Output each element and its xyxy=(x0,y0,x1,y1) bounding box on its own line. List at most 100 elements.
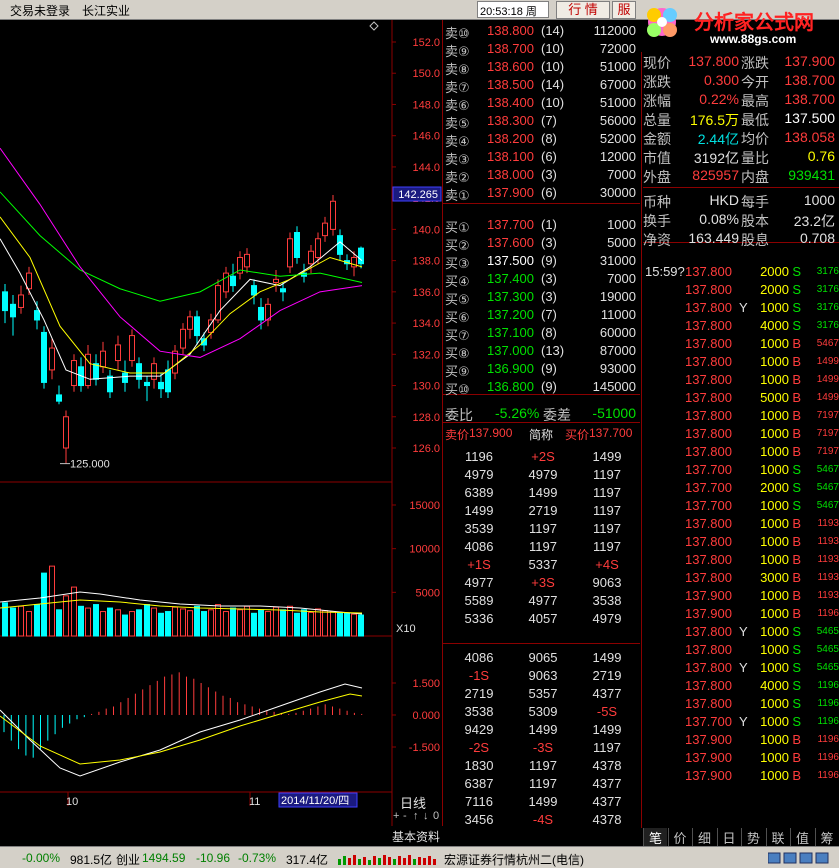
broker-code[interactable]: -2S xyxy=(449,740,509,755)
tab-6[interactable]: 值 xyxy=(790,828,814,846)
index2-name[interactable]: 创业 xyxy=(116,851,140,868)
tick-row[interactable]: 137.900 1000 B 1196 xyxy=(643,605,839,623)
tick-row[interactable]: 137.800 1000 B 1193 xyxy=(643,515,839,533)
broker-code[interactable]: -1S xyxy=(449,668,509,683)
tick-row[interactable]: 137.700 1000 S 5467 xyxy=(643,461,839,479)
period-label[interactable]: 日线 xyxy=(400,793,426,812)
broker-code[interactable]: 5309 xyxy=(513,704,573,719)
broker-code[interactable]: 1499 xyxy=(577,650,637,665)
broker-code[interactable]: 4979 xyxy=(449,467,509,482)
bid-row[interactable]: 买⑩ 136.800 (9) 145000 xyxy=(443,378,640,397)
tick-row[interactable]: 137.900 1000 B 1196 xyxy=(643,731,839,749)
broker-code[interactable]: 4086 xyxy=(449,650,509,665)
fundamentals-button[interactable]: 基本资料 xyxy=(392,828,440,845)
ask-row[interactable]: 卖⑨ 138.700 (10) 72000 xyxy=(443,40,640,59)
bid-row[interactable]: 买⑥ 137.200 (7) 11000 xyxy=(443,306,640,325)
tick-row[interactable]: 137.900 1000 B 1193 xyxy=(643,587,839,605)
tab-3[interactable]: 日 xyxy=(716,828,741,846)
broker-code[interactable]: 6389 xyxy=(449,485,509,500)
broker-code[interactable]: 1197 xyxy=(513,776,573,791)
broker-code[interactable]: 3539 xyxy=(449,521,509,536)
tick-row[interactable]: 137.800 1000 B 7197 xyxy=(643,425,839,443)
broker-code[interactable]: 1499 xyxy=(513,722,573,737)
ask-row[interactable]: 卖⑦ 138.500 (14) 67000 xyxy=(443,76,640,95)
broker-code[interactable]: 5589 xyxy=(449,593,509,608)
ask-row[interactable]: 卖⑥ 138.400 (10) 51000 xyxy=(443,94,640,113)
broker-code[interactable]: 1499 xyxy=(577,449,637,464)
broker-code[interactable]: 4378 xyxy=(577,812,637,827)
broker-code[interactable]: 3538 xyxy=(449,704,509,719)
tick-row[interactable]: 137.800 1000 B 1499 xyxy=(643,371,839,389)
bid-row[interactable]: 买① 137.700 (1) 1000 xyxy=(443,216,640,235)
broker-code[interactable]: 1197 xyxy=(577,485,637,500)
bid-row[interactable]: 买⑦ 137.100 (8) 60000 xyxy=(443,324,640,343)
broker-code[interactable]: 1197 xyxy=(513,758,573,773)
broker-code[interactable]: 1197 xyxy=(513,521,573,536)
broker-code[interactable]: 1830 xyxy=(449,758,509,773)
tick-row[interactable]: 137.700 Y 1000 S 1196 xyxy=(643,713,839,731)
tick-row[interactable]: 137.800 1000 S 1196 xyxy=(643,695,839,713)
broker-code[interactable]: +3S xyxy=(513,575,573,590)
kline-chart[interactable]: 152.0150.0148.0146.0144.0142.0140.0138.0… xyxy=(0,20,443,846)
broker-code[interactable]: -4S xyxy=(513,812,573,827)
server-name[interactable]: 宏源证券行情杭州二(电信) xyxy=(444,851,584,868)
bid-row[interactable]: 买⑧ 137.000 (13) 87000 xyxy=(443,342,640,361)
broker-code[interactable]: 5337 xyxy=(513,557,573,572)
broker-code[interactable]: 1196 xyxy=(449,449,509,464)
broker-code[interactable]: 4979 xyxy=(513,467,573,482)
broker-code[interactable]: 9429 xyxy=(449,722,509,737)
broker-code[interactable]: 4977 xyxy=(449,575,509,590)
tick-row[interactable]: 137.800 1000 B 1499 xyxy=(643,353,839,371)
broker-code[interactable]: 4377 xyxy=(577,776,637,791)
bid-row[interactable]: 买⑨ 136.900 (9) 93000 xyxy=(443,360,640,379)
broker-code[interactable]: 1499 xyxy=(513,485,573,500)
tick-row[interactable]: 137.800 1000 B 5467 xyxy=(643,335,839,353)
broker-code[interactable]: 5336 xyxy=(449,611,509,626)
tick-row[interactable]: 137.800 2000 S 3176 xyxy=(643,281,839,299)
tick-row[interactable]: 137.700 1000 S 5467 xyxy=(643,497,839,515)
tick-row[interactable]: 137.800 1000 B 7197 xyxy=(643,407,839,425)
broker-code[interactable]: 1197 xyxy=(577,521,637,536)
broker-code[interactable]: 7116 xyxy=(449,794,509,809)
tab-4[interactable]: 势 xyxy=(741,828,765,846)
bid-row[interactable]: 买⑤ 137.300 (3) 19000 xyxy=(443,288,640,307)
broker-code[interactable]: 4378 xyxy=(577,758,637,773)
ask-row[interactable]: 卖② 138.000 (3) 7000 xyxy=(443,166,640,185)
tick-row[interactable]: 137.800 Y 1000 S 5465 xyxy=(643,659,839,677)
tab-7[interactable]: 筹 xyxy=(814,828,839,846)
service-button[interactable]: 服 xyxy=(612,1,636,19)
tab-5[interactable]: 联 xyxy=(765,828,790,846)
ask-row[interactable]: 卖③ 138.100 (6) 12000 xyxy=(443,148,640,167)
tick-row[interactable]: 137.800 4000 S 3176 xyxy=(643,317,839,335)
broker-code[interactable]: -3S xyxy=(513,740,573,755)
tick-row[interactable]: 137.800 1000 S 5465 xyxy=(643,641,839,659)
broker-code[interactable]: 4377 xyxy=(577,794,637,809)
broker-code[interactable]: 2719 xyxy=(449,686,509,701)
broker-code[interactable]: +1S xyxy=(449,557,509,572)
broker-code[interactable]: 3456 xyxy=(449,812,509,827)
broker-code[interactable]: 2719 xyxy=(513,503,573,518)
tab-0[interactable]: 笔 xyxy=(643,828,667,846)
broker-code[interactable]: 1197 xyxy=(577,503,637,518)
broker-code[interactable]: +4S xyxy=(577,557,637,572)
broker-code[interactable]: 1499 xyxy=(449,503,509,518)
broker-code[interactable]: 4377 xyxy=(577,686,637,701)
broker-code[interactable]: 4979 xyxy=(577,611,637,626)
tab-1[interactable]: 价 xyxy=(667,828,692,846)
broker-code[interactable]: 2719 xyxy=(577,668,637,683)
broker-code[interactable]: 1499 xyxy=(577,722,637,737)
tick-row[interactable]: 137.700 2000 S 5467 xyxy=(643,479,839,497)
broker-code[interactable]: -5S xyxy=(577,704,637,719)
tick-row[interactable]: 137.900 1000 B 1196 xyxy=(643,767,839,785)
broker-code[interactable]: 1499 xyxy=(513,794,573,809)
broker-code[interactable]: 6387 xyxy=(449,776,509,791)
tick-row[interactable]: 137.800 1000 B 1193 xyxy=(643,533,839,551)
broker-code[interactable]: 4977 xyxy=(513,593,573,608)
tick-row[interactable]: 137.800 Y 1000 S 5465 xyxy=(643,623,839,641)
broker-code[interactable]: 9063 xyxy=(577,575,637,590)
broker-code[interactable]: 1197 xyxy=(577,740,637,755)
ask-row[interactable]: 卖④ 138.200 (8) 52000 xyxy=(443,130,640,149)
broker-code[interactable]: 1197 xyxy=(513,539,573,554)
bid-row[interactable]: 买② 137.600 (3) 5000 xyxy=(443,234,640,253)
tick-row[interactable]: 15:59? 137.800 2000 S 3176 xyxy=(643,263,839,281)
